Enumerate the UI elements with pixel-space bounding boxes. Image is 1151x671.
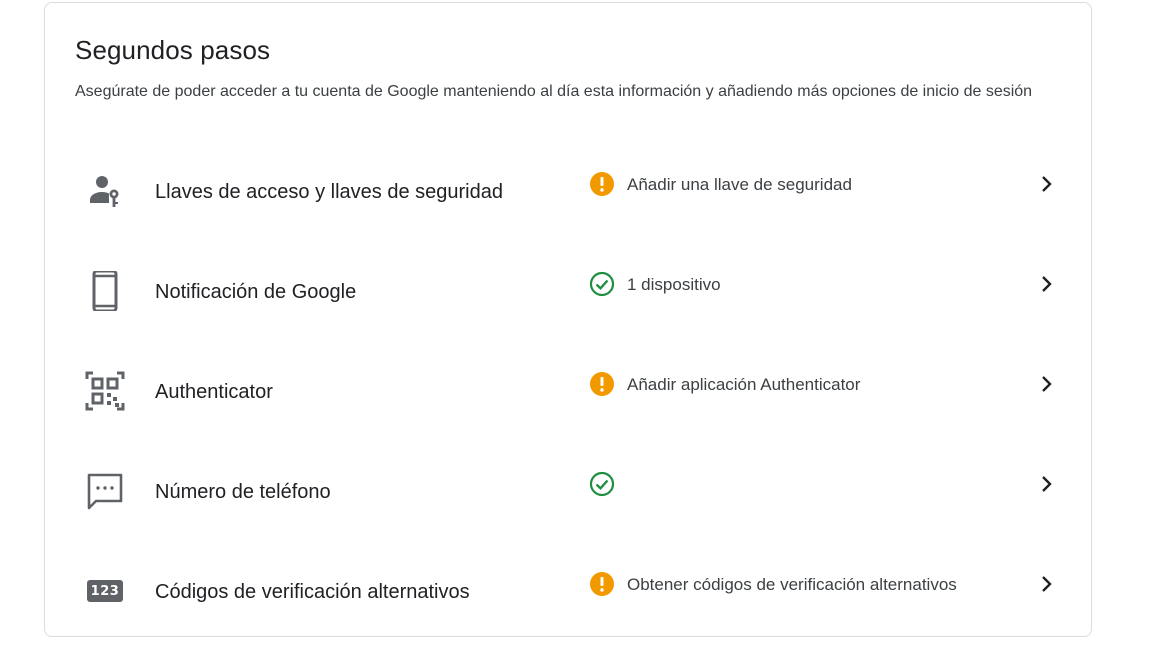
- section-title: Segundos pasos: [75, 35, 271, 65]
- row-phone-number[interactable]: Número de teléfono: [45, 471, 1091, 571]
- check-circle-icon: [589, 471, 615, 497]
- status-text: Obtener códigos de verificación alternat…: [627, 575, 957, 594]
- row-label: Notificación de Google: [155, 281, 357, 303]
- chevron-right-icon: [1037, 371, 1057, 397]
- status-text: Añadir aplicación Authenticator: [627, 375, 861, 394]
- status-text: Añadir una llave de seguridad: [627, 175, 852, 194]
- passkey-icon: [85, 171, 125, 211]
- row-google-prompt[interactable]: Notificación de Google 1 dispositivo: [45, 271, 1091, 371]
- second-steps-card: Segundos pasos Asegúrate de poder accede…: [44, 2, 1092, 637]
- warning-icon: [589, 171, 615, 197]
- chevron-right-icon: [1037, 271, 1057, 297]
- chevron-right-icon: [1037, 171, 1057, 197]
- warning-icon: [589, 571, 615, 597]
- row-label: Códigos de verificación alternativos: [155, 581, 470, 603]
- backup-codes-icon: 123: [85, 571, 125, 611]
- sms-icon: [85, 471, 125, 511]
- phone-icon: [85, 271, 125, 311]
- row-passkeys[interactable]: Llaves de acceso y llaves de seguridad A…: [45, 171, 1091, 271]
- row-label: Llaves de acceso y llaves de seguridad: [155, 181, 503, 203]
- chevron-right-icon: [1037, 471, 1057, 497]
- chevron-right-icon: [1037, 571, 1057, 597]
- row-authenticator[interactable]: Authenticator Añadir aplicación Authenti…: [45, 371, 1091, 471]
- check-circle-icon: [589, 271, 615, 297]
- qr-code-icon: [85, 371, 125, 411]
- section-description: Asegúrate de poder acceder a tu cuenta d…: [75, 83, 1033, 100]
- backup-codes-badge: 123: [87, 580, 123, 602]
- row-backup-codes[interactable]: 123 Códigos de verificación alternativos…: [45, 571, 1091, 671]
- row-label: Authenticator: [155, 381, 273, 403]
- status-text: 1 dispositivo: [627, 275, 721, 294]
- row-label: Número de teléfono: [155, 481, 331, 503]
- warning-icon: [589, 371, 615, 397]
